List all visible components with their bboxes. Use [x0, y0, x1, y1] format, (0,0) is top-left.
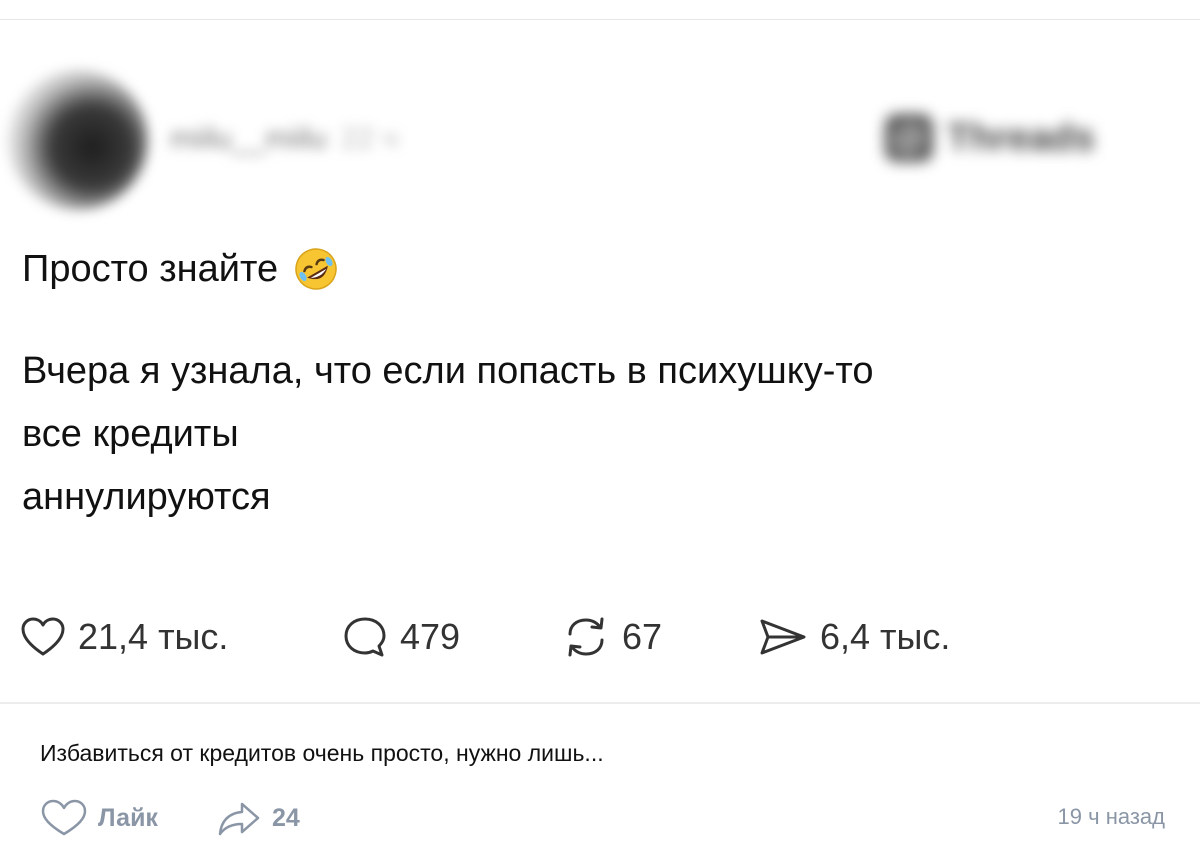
repost-count: 67: [622, 616, 663, 657]
post-body-line: все кредиты: [22, 413, 239, 455]
repost-stat[interactable]: 67: [562, 612, 662, 662]
author-username[interactable]: miilu__miilu: [170, 122, 327, 155]
comment-count: 479: [400, 616, 461, 657]
rolling-on-floor-laughing-icon: [295, 248, 337, 290]
platform-name: Threads: [947, 116, 1095, 159]
post-caption: Избавиться от кредитов очень просто, нуж…: [40, 740, 604, 766]
platform-badge: @ Threads: [885, 108, 1155, 168]
post-age: 22 ч: [340, 122, 399, 155]
post-author[interactable]: miilu__miilu 22 ч: [170, 122, 550, 156]
heart-icon: [21, 617, 65, 656]
post-body: Вчера я узнала, что если попасть в психу…: [22, 340, 1162, 529]
comment-icon: [344, 617, 386, 657]
like-stat[interactable]: 21,4 тыс.: [20, 612, 228, 662]
like-label: Лайк: [98, 803, 158, 832]
comment-stat[interactable]: 479: [342, 612, 460, 662]
heart-icon: [41, 799, 87, 836]
share-count: 24: [272, 803, 300, 832]
post-stats: 21,4 тыс. 479 67 6,4 тыс.: [20, 612, 1180, 662]
post-title: Просто знайте: [22, 245, 340, 293]
share-stat[interactable]: 6,4 тыс.: [758, 612, 950, 662]
share-button[interactable]: 24: [216, 796, 300, 840]
threads-logo-icon: @: [885, 114, 933, 162]
post-title-text: Просто знайте: [22, 247, 279, 290]
avatar[interactable]: [8, 70, 148, 210]
section-divider: [0, 702, 1200, 704]
like-button[interactable]: Лайк: [40, 796, 158, 840]
share-arrow-icon: [218, 802, 260, 836]
post-footer: Лайк 24 19 ч назад: [40, 796, 1165, 840]
like-count: 21,4 тыс.: [78, 616, 229, 657]
share-count: 6,4 тыс.: [820, 616, 951, 657]
post-body-line: аннулируются: [22, 476, 271, 518]
post-body-line: Вчера я узнала, что если попасть в психу…: [22, 350, 874, 392]
repost-icon: [568, 617, 604, 657]
send-icon: [760, 619, 806, 655]
post-timestamp[interactable]: 19 ч назад: [1058, 804, 1165, 830]
